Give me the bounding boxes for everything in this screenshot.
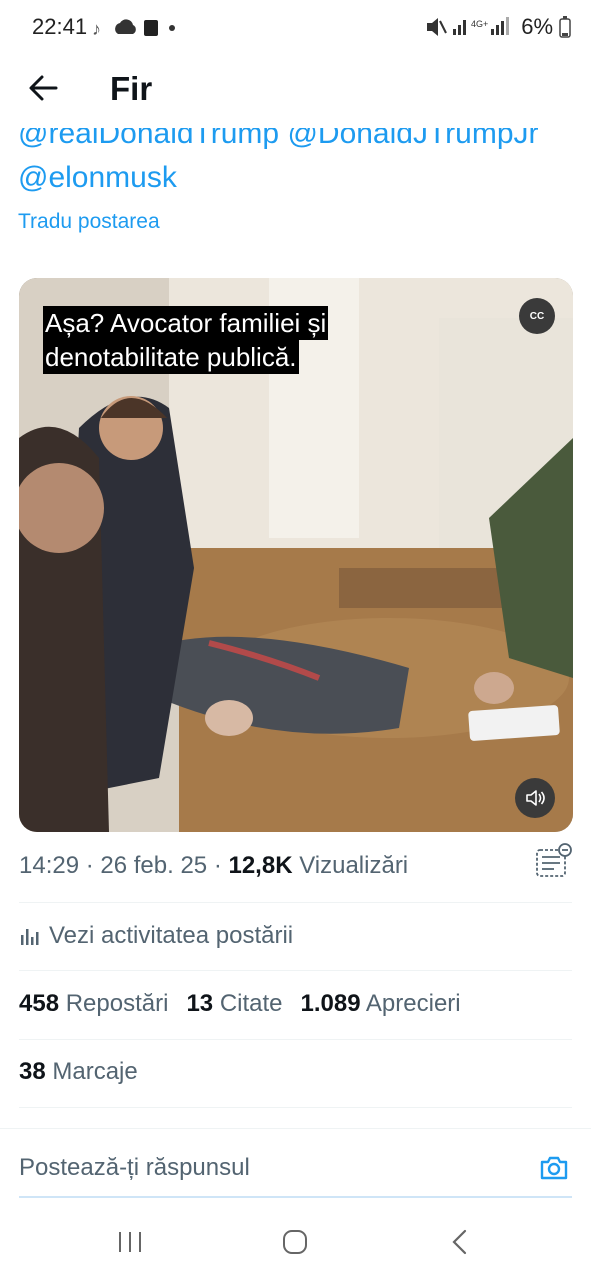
bookmarks-label: Marcaje	[52, 1058, 138, 1085]
status-time: 22:41	[32, 14, 88, 39]
page-title: Fir	[110, 70, 153, 107]
likes-label: Aprecieri	[365, 990, 461, 1017]
volume-button[interactable]	[515, 778, 555, 818]
bookmarks-count: 38	[19, 1058, 46, 1085]
post-details-button[interactable]	[534, 842, 574, 880]
engagement-stats: 458 Repostări 13 Citate 1.089 Aprecieri	[19, 990, 461, 1018]
reply-underline	[19, 1196, 572, 1198]
document-list-icon	[536, 843, 572, 877]
analytics-icon	[21, 929, 39, 945]
svg-text:4G+: 4G+	[471, 19, 488, 29]
arrow-left-icon	[29, 75, 58, 101]
signal-icons: 4G+	[427, 17, 510, 36]
home-icon[interactable]	[281, 1229, 309, 1255]
reposts-count: 458	[19, 990, 60, 1017]
reposts-label: Repostări	[65, 990, 169, 1017]
divider	[19, 1039, 572, 1040]
activity-label: Vezi activitatea postării	[49, 922, 294, 949]
svg-text:♪: ♪	[92, 19, 101, 39]
video-player[interactable]: Așa? Avocator familiei și denotabilitate…	[19, 278, 573, 832]
app-header: Fir	[0, 56, 591, 128]
reply-input[interactable]: Postează-ți răspunsul	[19, 1154, 250, 1182]
divider	[19, 970, 572, 971]
recent-apps-icon[interactable]	[116, 1230, 144, 1254]
camera-icon	[540, 1156, 568, 1180]
likes-count: 1.089	[300, 990, 361, 1017]
post-meta: 14:29 · 26 feb. 25 · 12,8K Vizualizări	[19, 852, 408, 880]
subtitle-text: Așa? Avocator familiei și denotabilitate…	[43, 306, 329, 374]
view-post-activity[interactable]: Vezi activitatea postării	[19, 922, 293, 950]
cc-icon: CC	[529, 310, 545, 322]
likes-stat[interactable]: 1.089 Aprecieri	[301, 990, 461, 1018]
quotes-count: 13	[186, 990, 214, 1017]
battery-percent: 6%	[521, 14, 553, 39]
back-button[interactable]	[26, 70, 62, 106]
system-nav-bar	[0, 1200, 591, 1280]
mention-line-2[interactable]: @elonmusk	[18, 156, 578, 200]
views-label: Vizualizări	[292, 852, 409, 879]
quotes-label: Citate	[219, 990, 283, 1017]
video-subtitle: Așa? Avocator familiei și denotabilitate…	[43, 306, 403, 374]
translate-post-link[interactable]: Tradu postarea	[18, 210, 160, 234]
reposts-stat[interactable]: 458 Repostări	[19, 990, 168, 1018]
battery-icon	[559, 16, 571, 38]
quotes-stat[interactable]: 13 Citate	[186, 990, 282, 1018]
divider	[19, 1107, 572, 1108]
divider	[19, 902, 572, 903]
status-right: 4G+ 6%	[425, 14, 571, 40]
views-count: 12,8K	[228, 852, 293, 879]
speaker-icon	[526, 790, 545, 806]
post-timestamp: 14:29 · 26 feb. 25 ·	[19, 852, 229, 879]
bookmarks-stat[interactable]: 38 Marcaje	[19, 1058, 138, 1086]
notification-icons: ♪	[92, 19, 175, 39]
app-icons: ♪	[92, 16, 176, 45]
back-nav-icon[interactable]	[450, 1229, 470, 1255]
camera-button[interactable]	[538, 1152, 570, 1184]
status-bar: 22:41 ♪ 4G+ 6%	[0, 0, 591, 56]
captions-button[interactable]: CC	[519, 298, 555, 334]
